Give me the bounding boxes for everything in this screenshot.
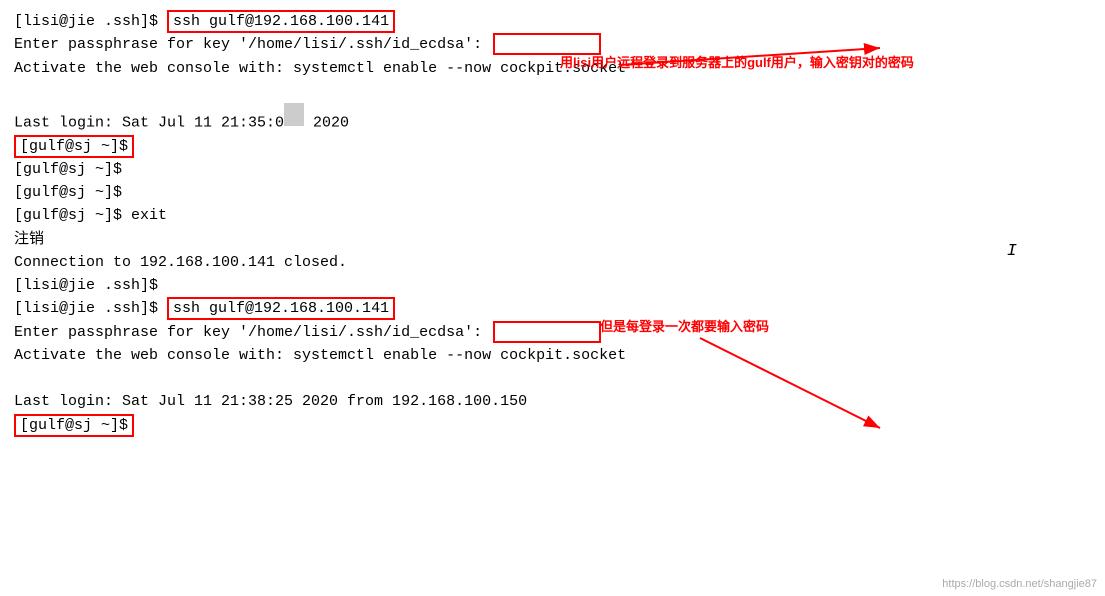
line-13: [lisi@jie .ssh]$ ssh gulf@192.168.100.14… <box>14 297 1091 320</box>
watermark: https://blog.csdn.net/shangjie87 <box>942 578 1097 590</box>
terminal-area: [lisi@jie .ssh]$ ssh gulf@192.168.100.14… <box>0 0 1105 447</box>
line-10: 注销 <box>14 228 1091 251</box>
line-6: [gulf@sj ~]$ <box>14 135 1091 158</box>
passphrase-input-1 <box>493 33 601 55</box>
line-2: Enter passphrase for key '/home/lisi/.ss… <box>14 33 1091 56</box>
cmd-box-2: ssh gulf@192.168.100.141 <box>167 297 395 320</box>
gulf-prompt-box-1: [gulf@sj ~]$ <box>14 135 134 158</box>
line-3: Activate the web console with: systemctl… <box>14 57 1091 80</box>
prompt-2: [lisi@jie .ssh]$ <box>14 300 167 317</box>
line-9: [gulf@sj ~]$ exit <box>14 204 1091 227</box>
gulf-prompt-box-2: [gulf@sj ~]$ <box>14 414 134 437</box>
line-11: Connection to 192.168.100.141 closed. <box>14 251 1091 274</box>
line-1: [lisi@jie .ssh]$ ssh gulf@192.168.100.14… <box>14 10 1091 33</box>
line-4 <box>14 80 1091 103</box>
passphrase-label-1: Enter passphrase for key '/home/lisi/.ss… <box>14 36 491 53</box>
cmd-box-1: ssh gulf@192.168.100.141 <box>167 10 395 33</box>
line-16 <box>14 367 1091 390</box>
passphrase-label-2: Enter passphrase for key '/home/lisi/.ss… <box>14 324 491 341</box>
line-14: Enter passphrase for key '/home/lisi/.ss… <box>14 321 1091 344</box>
prompt-1: [lisi@jie .ssh]$ <box>14 13 167 30</box>
line-17: Last login: Sat Jul 11 21:38:25 2020 fro… <box>14 390 1091 413</box>
line-15: Activate the web console with: systemctl… <box>14 344 1091 367</box>
line-18: [gulf@sj ~]$ <box>14 414 1091 437</box>
line-8: [gulf@sj ~]$ <box>14 181 1091 204</box>
obscured-1: 5 <box>284 103 304 126</box>
line-7: [gulf@sj ~]$ <box>14 158 1091 181</box>
line-12: [lisi@jie .ssh]$ <box>14 274 1091 297</box>
passphrase-input-2 <box>493 321 601 343</box>
line-5: Last login: Sat Jul 11 21:35:05 2020 <box>14 103 1091 135</box>
